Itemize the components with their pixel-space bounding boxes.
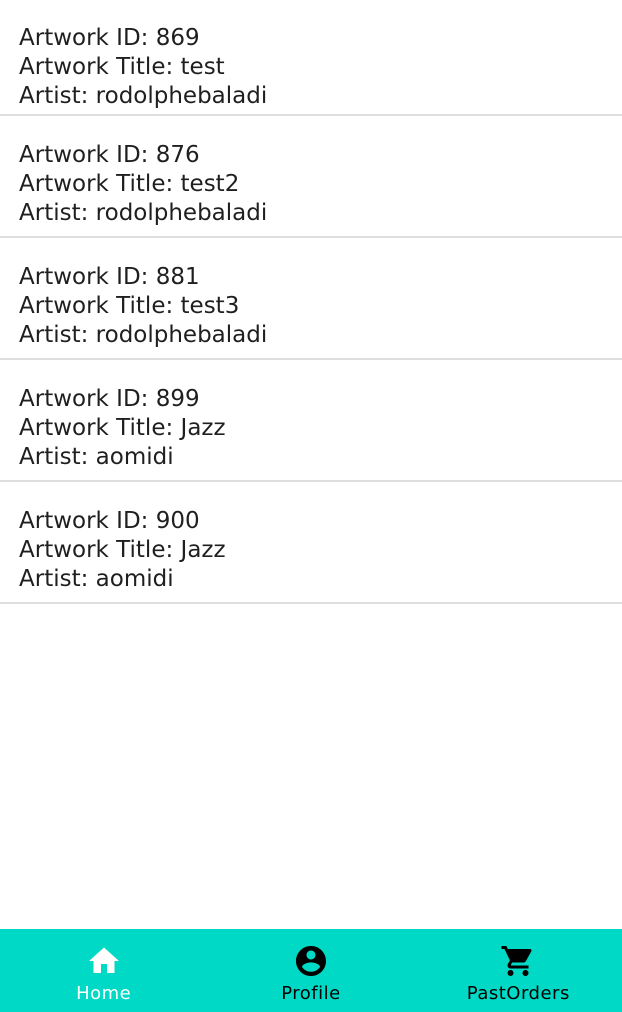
artwork-id-label: Artwork ID: xyxy=(19,264,156,290)
artist-line: Artist: aomidi xyxy=(19,443,622,472)
artwork-title-label: Artwork Title: xyxy=(19,537,181,563)
artwork-list-item[interactable]: Artwork ID: 869 Artwork Title: test Arti… xyxy=(0,0,622,116)
artist-value: rodolphebaladi xyxy=(95,200,268,226)
artwork-id-value: 881 xyxy=(155,264,200,290)
artwork-id-line: Artwork ID: 899 xyxy=(19,385,622,414)
artwork-title-value: test3 xyxy=(180,293,240,319)
artwork-id-line: Artwork ID: 869 xyxy=(19,24,622,53)
artwork-title-line: Artwork Title: test xyxy=(19,53,622,82)
artwork-id-value: 899 xyxy=(155,386,200,412)
artist-line: Artist: rodolphebaladi xyxy=(19,199,622,228)
artist-label: Artist: xyxy=(19,322,96,348)
artwork-title-label: Artwork Title: xyxy=(19,415,181,441)
artwork-title-label: Artwork Title: xyxy=(19,54,181,80)
artwork-id-line: Artwork ID: 881 xyxy=(19,263,622,292)
nav-label-profile: Profile xyxy=(281,983,341,1004)
artist-line: Artist: aomidi xyxy=(19,565,622,594)
artist-value: rodolphebaladi xyxy=(95,322,268,348)
nav-label-home: Home xyxy=(76,983,132,1004)
artwork-id-label: Artwork ID: xyxy=(19,25,156,51)
artwork-list-item[interactable]: Artwork ID: 876 Artwork Title: test2 Art… xyxy=(0,116,622,238)
shopping-cart-icon xyxy=(501,946,532,976)
artist-label: Artist: xyxy=(19,83,96,109)
artwork-list-item[interactable]: Artwork ID: 899 Artwork Title: Jazz Arti… xyxy=(0,360,622,482)
artwork-title-value: Jazz xyxy=(180,415,226,441)
artwork-id-label: Artwork ID: xyxy=(19,142,156,168)
artwork-title-value: test xyxy=(180,54,225,80)
artist-value: rodolphebaladi xyxy=(95,83,268,109)
artwork-title-line: Artwork Title: Jazz xyxy=(19,536,622,565)
artwork-id-value: 876 xyxy=(155,142,200,168)
artwork-list-item[interactable]: Artwork ID: 900 Artwork Title: Jazz Arti… xyxy=(0,482,622,604)
bottom-navigation-bar: Home Profile PastOrders xyxy=(0,929,622,1012)
artwork-id-value: 900 xyxy=(155,508,200,534)
artwork-title-line: Artwork Title: Jazz xyxy=(19,414,622,443)
artwork-id-label: Artwork ID: xyxy=(19,386,156,412)
nav-item-profile[interactable]: Profile xyxy=(207,929,414,1012)
artist-line: Artist: rodolphebaladi xyxy=(19,321,622,350)
nav-item-pastorders[interactable]: PastOrders xyxy=(415,929,622,1012)
artist-label: Artist: xyxy=(19,200,96,226)
artwork-title-label: Artwork Title: xyxy=(19,171,181,197)
artwork-title-line: Artwork Title: test3 xyxy=(19,292,622,321)
home-icon xyxy=(88,947,119,973)
artwork-title-value: test2 xyxy=(180,171,240,197)
artwork-id-value: 869 xyxy=(155,25,200,51)
artist-label: Artist: xyxy=(19,566,96,592)
artwork-list-item[interactable]: Artwork ID: 881 Artwork Title: test3 Art… xyxy=(0,238,622,360)
artwork-title-value: Jazz xyxy=(180,537,226,563)
artwork-id-line: Artwork ID: 900 xyxy=(19,507,622,536)
nav-label-pastorders: PastOrders xyxy=(466,983,570,1004)
artwork-id-line: Artwork ID: 876 xyxy=(19,141,622,170)
artist-value: aomidi xyxy=(95,444,174,470)
artwork-list: Artwork ID: 869 Artwork Title: test Arti… xyxy=(0,0,622,604)
artwork-title-line: Artwork Title: test2 xyxy=(19,170,622,199)
account-circle-icon xyxy=(295,946,326,976)
artist-value: aomidi xyxy=(95,566,174,592)
artist-label: Artist: xyxy=(19,444,96,470)
nav-item-home[interactable]: Home xyxy=(0,929,207,1012)
artwork-title-label: Artwork Title: xyxy=(19,293,181,319)
artwork-id-label: Artwork ID: xyxy=(19,508,156,534)
artist-line: Artist: rodolphebaladi xyxy=(19,82,622,111)
